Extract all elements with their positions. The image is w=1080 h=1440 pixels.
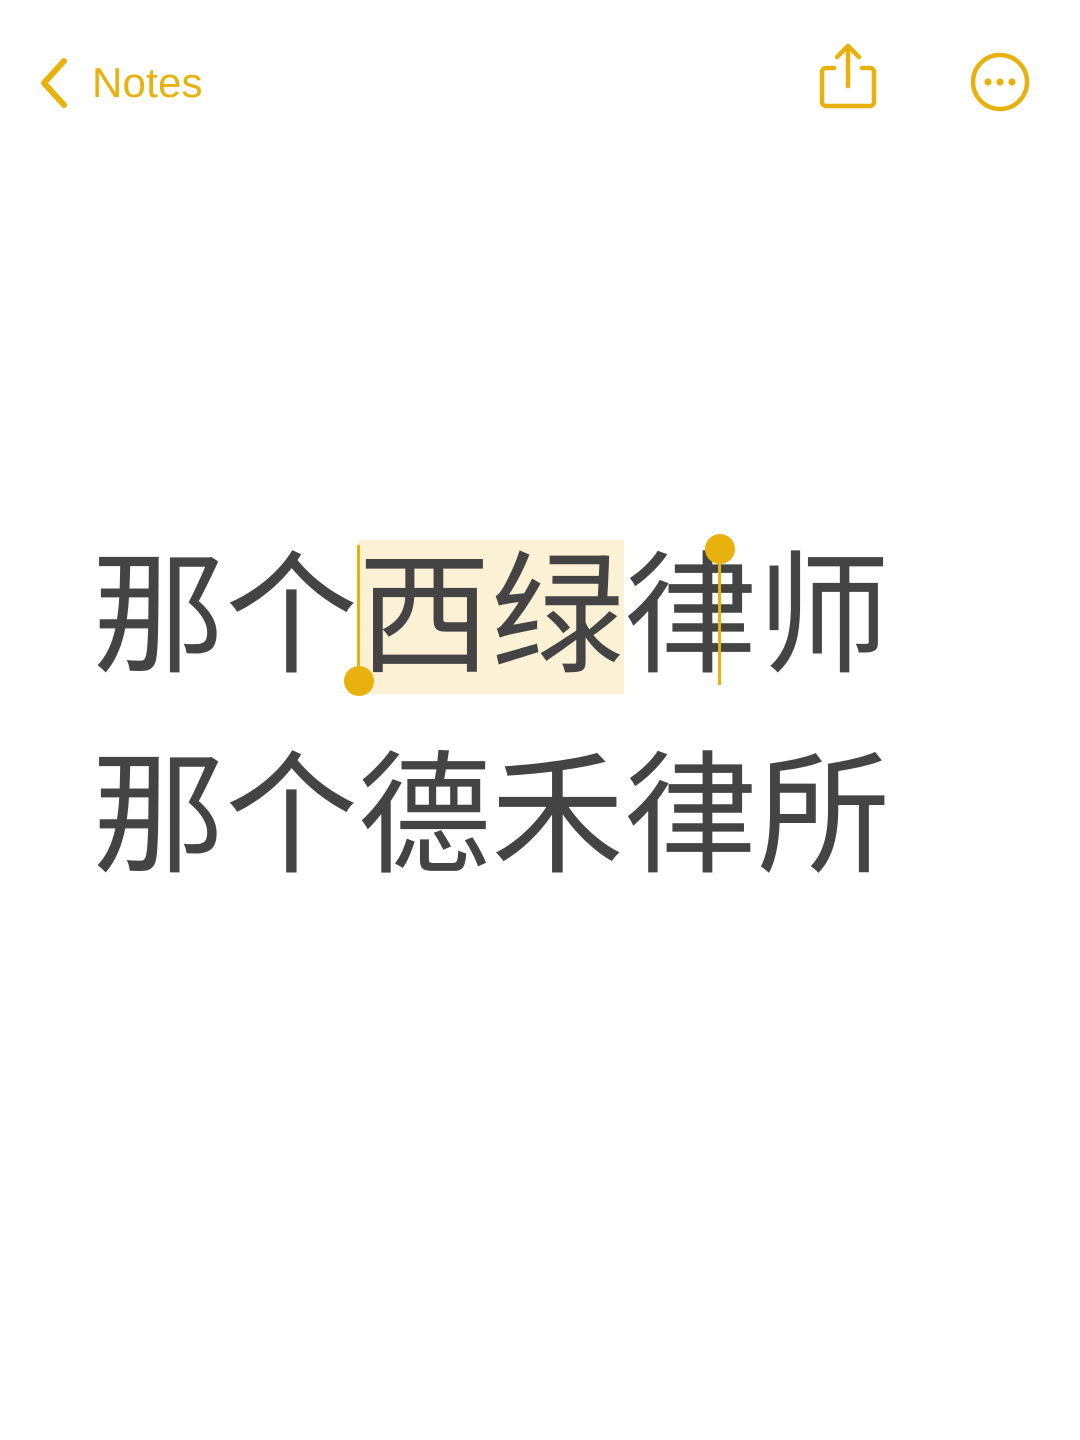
share-button[interactable] — [812, 38, 884, 116]
back-label: Notes — [92, 59, 203, 106]
selected-text[interactable]: 西绿 — [358, 540, 624, 694]
ellipsis-circle-icon — [968, 52, 1032, 118]
selection-start-handle[interactable] — [344, 666, 374, 696]
back-button[interactable]: Notes — [36, 50, 203, 116]
navigation-bar: Notes — [0, 0, 1080, 170]
note-body[interactable]: 那个西绿律师 那个德禾律所 — [92, 534, 992, 945]
selection-end-cursor — [718, 551, 721, 685]
chevron-left-icon — [36, 55, 70, 111]
selection-end-handle[interactable] — [705, 534, 735, 564]
line-2-text: 那个德禾律所 — [92, 740, 890, 894]
share-icon — [812, 43, 884, 120]
more-button[interactable] — [968, 50, 1032, 114]
note-line-2[interactable]: 那个德禾律所 — [92, 745, 992, 945]
note-line-1[interactable]: 那个西绿律师 — [92, 534, 992, 745]
line-1-text-after: 律师 — [624, 540, 890, 694]
selection-start-cursor — [357, 545, 360, 680]
line-1-text-before: 那个 — [92, 540, 358, 694]
